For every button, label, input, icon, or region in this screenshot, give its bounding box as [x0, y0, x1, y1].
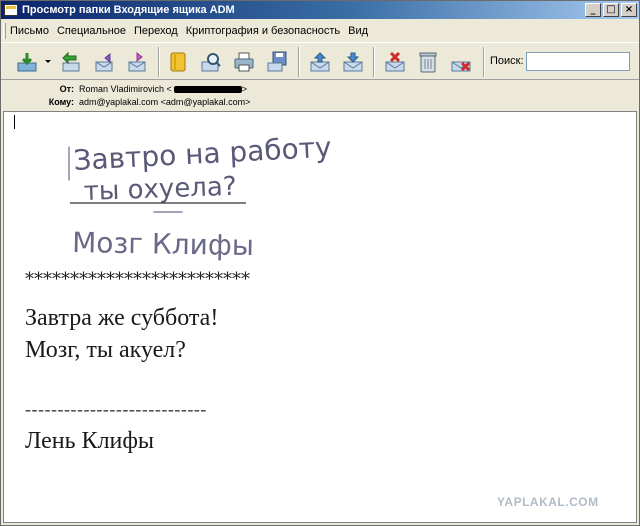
menu-go[interactable]: Переход: [130, 25, 182, 37]
menu-letter[interactable]: Письмо: [6, 25, 53, 37]
watermark-logo: YAPLAKAL.COM: [497, 495, 599, 509]
search-label: Поиск:: [490, 55, 524, 67]
from-text: Roman Vladimirovich <: [79, 84, 172, 94]
signature-text: Лень Клифы: [25, 428, 155, 454]
get-mail-icon: [17, 53, 37, 72]
from-suffix: >: [241, 84, 248, 94]
delete-icon: [451, 61, 471, 72]
from-value[interactable]: Roman Vladimirovich < >: [79, 84, 247, 94]
mail-window: Просмотр папки Входящие ящика ADM _ □ × …: [0, 0, 640, 526]
window-title: Просмотр папки Входящие ящика ADM: [22, 4, 235, 16]
trash-button[interactable]: [414, 48, 442, 76]
maximize-button[interactable]: □: [603, 3, 619, 17]
trash-icon: [419, 52, 437, 73]
stars-divider: *************************: [25, 269, 250, 290]
handwriting-line1: Завтро на работу: [73, 131, 333, 177]
toolbar-separator: [483, 47, 485, 77]
menu-bar: Письмо Специальное Переход Криптография …: [1, 21, 639, 41]
body-line-1: Завтра же суббота!: [25, 305, 219, 331]
title-bar: Просмотр папки Входящие ящика ADM _ □ ×: [1, 1, 639, 19]
find-icon: [201, 53, 221, 72]
get-mail-button[interactable]: [13, 48, 41, 76]
forward-icon: [128, 51, 146, 72]
address-book-button[interactable]: [164, 48, 192, 76]
to-value[interactable]: adm@yaplakal.com <adm@yaplakal.com>: [79, 97, 250, 107]
reply-all-icon: [95, 52, 113, 72]
menu-view[interactable]: Вид: [344, 25, 372, 37]
reply-button[interactable]: [57, 48, 85, 76]
previous-button[interactable]: [306, 48, 334, 76]
to-row: Кому: adm@yaplakal.com <adm@yaplakal.com…: [1, 95, 639, 109]
save-icon: [267, 51, 287, 72]
window-controls: _ □ ×: [585, 3, 637, 17]
close-button[interactable]: ×: [621, 3, 637, 17]
body-line-2: Мозг, ты акуел?: [25, 337, 186, 363]
redaction-mark: [173, 86, 242, 94]
message-headers: От: Roman Vladimirovich < > Кому: adm@yap…: [1, 81, 639, 110]
from-label: От:: [59, 84, 74, 94]
mark-delete-icon: [385, 51, 405, 72]
handwriting-line2: ты охуела?: [83, 172, 237, 207]
mark-delete-button[interactable]: [381, 48, 409, 76]
delete-button[interactable]: [447, 48, 475, 76]
toolbar-separator: [158, 47, 160, 77]
menu-special[interactable]: Специальное: [53, 25, 130, 37]
save-button[interactable]: [263, 48, 291, 76]
chevron-down-icon[interactable]: [45, 60, 51, 63]
previous-icon: [310, 52, 330, 72]
search-input[interactable]: [526, 52, 630, 71]
menu-crypto[interactable]: Криптография и безопасность: [182, 25, 344, 37]
toolbar-separator: [373, 47, 375, 77]
minimize-button[interactable]: _: [585, 3, 601, 17]
print-icon: [234, 52, 254, 72]
next-icon: [343, 52, 363, 72]
to-label: Кому:: [48, 97, 74, 107]
from-row: От: Roman Vladimirovich < >: [1, 82, 639, 96]
handwriting-drawing: Завтро на работу ты охуела? Мозг Клифы: [68, 131, 333, 262]
toolbar: Поиск:: [1, 42, 639, 80]
handwriting-signature: Мозг Клифы: [72, 226, 254, 262]
forward-button[interactable]: [123, 48, 151, 76]
dash-divider: ----------------------------: [25, 399, 207, 419]
address-book-icon: [170, 52, 186, 72]
toolbar-separator: [298, 47, 300, 77]
app-icon: [4, 4, 18, 16]
message-body[interactable]: Завтро на работу ты охуела? Мозг Клифы *…: [3, 111, 637, 523]
print-button[interactable]: [230, 48, 258, 76]
next-button[interactable]: [339, 48, 367, 76]
reply-all-button[interactable]: [90, 48, 118, 76]
find-button[interactable]: [197, 48, 225, 76]
reply-icon: [62, 51, 80, 72]
